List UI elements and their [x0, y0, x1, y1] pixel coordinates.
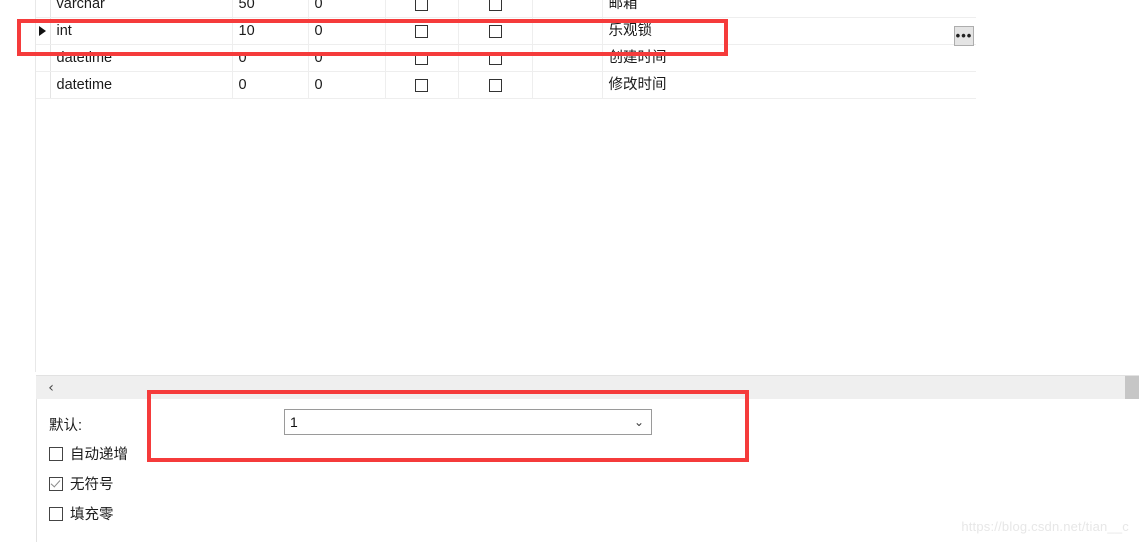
- table-row[interactable]: varchar 50 0 邮箱: [36, 0, 976, 18]
- not-null-checkbox[interactable]: [415, 51, 428, 65]
- not-null-checkbox[interactable]: [415, 78, 428, 92]
- field-virtual-cell[interactable]: [458, 17, 533, 45]
- row-options-ellipsis-button[interactable]: •••: [954, 26, 974, 46]
- horizontal-scrollbar-thumb[interactable]: [1125, 376, 1139, 399]
- zero-fill-label: 填充零: [70, 507, 114, 523]
- field-length[interactable]: 0: [232, 71, 309, 99]
- field-key[interactable]: [532, 71, 603, 99]
- field-not-null-cell[interactable]: [385, 71, 459, 99]
- virtual-checkbox[interactable]: [488, 24, 502, 38]
- table-row[interactable]: datetime 0 0 创建时间: [36, 44, 976, 72]
- virtual-checkbox[interactable]: [488, 51, 502, 65]
- field-type[interactable]: datetime: [50, 71, 233, 99]
- ellipsis-icon: •••: [955, 28, 973, 43]
- unsigned-checkbox-row[interactable]: 无符号: [49, 473, 114, 494]
- field-type[interactable]: datetime: [50, 44, 233, 72]
- field-key[interactable]: [532, 17, 603, 45]
- field-type[interactable]: int: [50, 17, 233, 45]
- field-comment[interactable]: 创建时间: [602, 44, 976, 72]
- field-key[interactable]: [532, 44, 603, 72]
- field-comment[interactable]: 乐观锁: [602, 17, 976, 45]
- field-decimals[interactable]: 0: [308, 71, 386, 99]
- row-selector-active[interactable]: [36, 17, 51, 45]
- table-row[interactable]: int 10 0 乐观锁: [36, 17, 976, 45]
- field-key[interactable]: [532, 0, 603, 18]
- row-indicator-arrow-icon: [39, 26, 47, 37]
- virtual-checkbox[interactable]: [488, 0, 502, 11]
- field-comment[interactable]: 邮箱: [602, 0, 976, 18]
- field-virtual-cell[interactable]: [458, 44, 533, 72]
- virtual-checkbox[interactable]: [488, 78, 502, 92]
- zero-fill-checkbox-row[interactable]: 填充零: [49, 503, 114, 524]
- field-length[interactable]: 0: [232, 44, 309, 72]
- default-value-field[interactable]: 1 ⌄: [284, 409, 652, 435]
- default-value-label: 默认:: [49, 418, 83, 434]
- field-virtual-cell[interactable]: [458, 71, 533, 99]
- row-selector[interactable]: [36, 71, 51, 99]
- watermark-text: https://blog.csdn.net/tian__c: [961, 519, 1129, 534]
- field-comment[interactable]: 修改时间: [602, 71, 976, 99]
- field-length[interactable]: 10: [232, 17, 309, 45]
- field-not-null-cell[interactable]: [385, 17, 459, 45]
- database-field-editor: varchar 50 0 邮箱 int 10 0 乐观锁 datetime 0 …: [0, 0, 1139, 542]
- field-decimals[interactable]: 0: [308, 44, 386, 72]
- field-not-null-cell[interactable]: [385, 0, 459, 18]
- auto-increment-checkbox-row[interactable]: 自动递增: [49, 443, 128, 464]
- default-value-select[interactable]: 1: [284, 409, 652, 435]
- fields-grid-area: varchar 50 0 邮箱 int 10 0 乐观锁 datetime 0 …: [0, 0, 1139, 372]
- row-selector[interactable]: [36, 44, 51, 72]
- auto-increment-label: 自动递增: [70, 447, 128, 463]
- table-row[interactable]: datetime 0 0 修改时间: [36, 71, 976, 99]
- fields-table: varchar 50 0 邮箱 int 10 0 乐观锁 datetime 0 …: [36, 0, 976, 99]
- unsigned-checkbox[interactable]: [49, 476, 63, 491]
- unsigned-label: 无符号: [70, 477, 114, 493]
- field-decimals[interactable]: 0: [308, 0, 386, 18]
- zero-fill-checkbox[interactable]: [49, 506, 63, 521]
- panel-splitter-bar[interactable]: ‹: [36, 375, 1139, 399]
- field-virtual-cell[interactable]: [458, 0, 533, 18]
- auto-increment-checkbox[interactable]: [49, 446, 63, 461]
- not-null-checkbox[interactable]: [415, 24, 428, 38]
- field-length[interactable]: 50: [232, 0, 309, 18]
- not-null-checkbox[interactable]: [415, 0, 428, 11]
- field-type[interactable]: varchar: [50, 0, 233, 18]
- chevron-left-icon[interactable]: ‹: [42, 379, 60, 397]
- field-not-null-cell[interactable]: [385, 44, 459, 72]
- grid-left-gutter: [0, 0, 36, 372]
- field-decimals[interactable]: 0: [308, 17, 386, 45]
- row-selector[interactable]: [36, 0, 51, 18]
